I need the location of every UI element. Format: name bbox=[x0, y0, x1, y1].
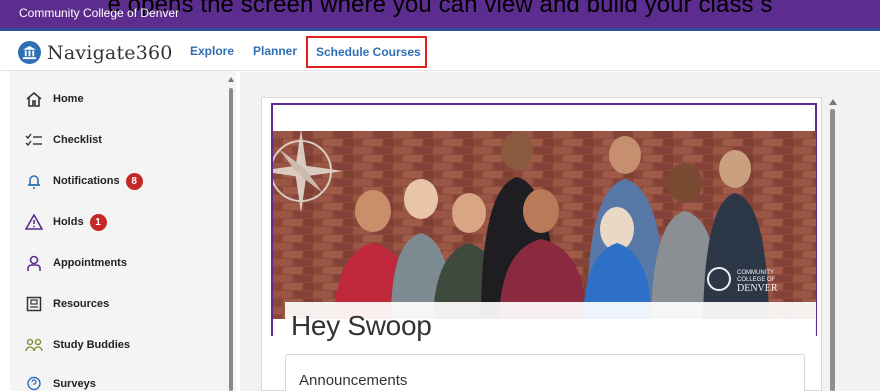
sidebar-item-holds[interactable]: Holds 1 bbox=[24, 212, 107, 232]
sidebar-item-label: Surveys bbox=[53, 378, 96, 390]
chat-icon bbox=[24, 374, 44, 391]
sidebar-item-surveys[interactable]: Surveys bbox=[24, 374, 96, 391]
sidebar-item-notifications[interactable]: Notifications 8 bbox=[24, 171, 143, 191]
main-scrollbar[interactable] bbox=[830, 109, 835, 391]
checklist-icon bbox=[24, 130, 44, 150]
sidebar-item-label: Holds bbox=[53, 216, 84, 228]
sidebar-item-label: Notifications bbox=[53, 175, 120, 187]
announcements-heading: Announcements bbox=[299, 372, 408, 389]
navigate-logo-icon[interactable] bbox=[18, 41, 41, 64]
greeting-heading: Hey Swoop bbox=[291, 310, 432, 341]
top-navigation: Navigate360 Explore Planner Schedule Cou… bbox=[0, 31, 880, 71]
banner-logo-line3: DENVER bbox=[737, 283, 778, 294]
college-name: Community College of Denver bbox=[19, 6, 180, 20]
sidebar-item-label: Checklist bbox=[53, 134, 102, 146]
nav-schedule-courses-link[interactable]: Schedule Courses bbox=[306, 36, 427, 68]
sidebar-item-resources[interactable]: Resources bbox=[24, 294, 109, 314]
sidebar-item-label: Resources bbox=[53, 298, 110, 310]
app-logo-text[interactable]: Navigate360 bbox=[47, 42, 173, 64]
person-icon bbox=[24, 253, 44, 273]
resources-icon bbox=[24, 294, 44, 314]
sidebar: Home Checklist Notifications 8 Holds 1 A… bbox=[10, 71, 236, 391]
sidebar-item-label: Appointments bbox=[53, 257, 127, 269]
people-icon bbox=[24, 335, 44, 355]
sidebar-scrollbar[interactable] bbox=[229, 88, 233, 391]
sidebar-item-label: Study Buddies bbox=[53, 339, 131, 351]
sidebar-scroll-up-arrow[interactable] bbox=[228, 77, 234, 82]
sidebar-item-label: Home bbox=[53, 93, 84, 105]
sidebar-item-home[interactable]: Home bbox=[24, 89, 84, 109]
holds-count-badge: 1 bbox=[89, 213, 107, 231]
bell-icon bbox=[24, 171, 44, 191]
notification-count-badge: 8 bbox=[125, 172, 143, 190]
nav-explore-link[interactable]: Explore bbox=[190, 44, 234, 58]
home-icon bbox=[24, 89, 44, 109]
warning-icon bbox=[24, 212, 44, 232]
main-scroll-up-arrow[interactable] bbox=[829, 99, 837, 105]
welcome-banner-image: COMMUNITY COLLEGE OF DENVER bbox=[273, 131, 816, 319]
sidebar-item-study-buddies[interactable]: Study Buddies bbox=[24, 335, 130, 355]
nav-planner-link[interactable]: Planner bbox=[253, 44, 297, 58]
banner-logo-line1: COMMUNITY bbox=[737, 270, 774, 276]
sidebar-item-appointments[interactable]: Appointments bbox=[24, 253, 127, 273]
sidebar-item-checklist[interactable]: Checklist bbox=[24, 130, 102, 150]
